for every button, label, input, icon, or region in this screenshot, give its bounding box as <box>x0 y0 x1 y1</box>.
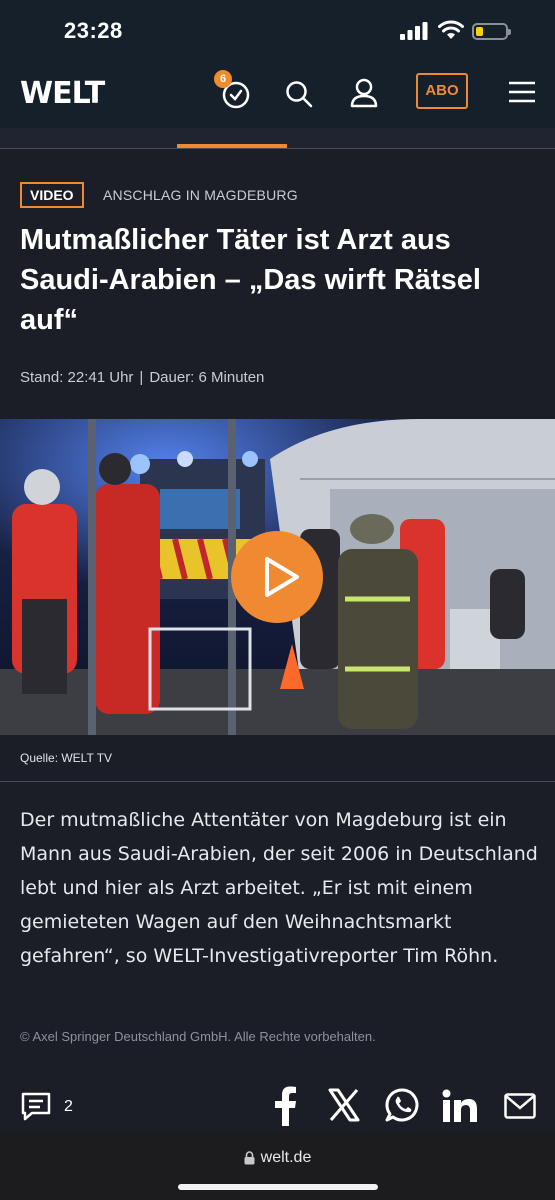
header-divider <box>0 148 555 149</box>
home-indicator[interactable] <box>178 1184 378 1190</box>
abo-button[interactable]: ABO <box>416 73 468 109</box>
linkedin-icon[interactable] <box>442 1089 478 1123</box>
news-count-badge: 6 <box>214 70 232 88</box>
play-button[interactable] <box>231 531 323 623</box>
battery-icon <box>472 23 511 40</box>
article-teaser: Der mutmaßliche Attentäter von Magdeburg… <box>20 809 538 967</box>
source-divider <box>0 781 555 782</box>
user-icon[interactable] <box>350 78 378 108</box>
status-bar: 23:28 <box>0 0 555 62</box>
menu-icon[interactable] <box>508 80 536 104</box>
whatsapp-icon[interactable] <box>385 1087 421 1123</box>
search-icon[interactable] <box>285 80 313 108</box>
section-nav-strip <box>0 128 555 148</box>
meta-separator: | <box>139 369 144 386</box>
welt-logo[interactable]: WELT <box>20 76 105 111</box>
comments-icon[interactable] <box>20 1090 52 1122</box>
email-icon[interactable] <box>504 1093 536 1119</box>
play-icon <box>265 557 299 597</box>
copyright-notice: © Axel Springer Deutschland GmbH. Alle R… <box>20 1029 376 1044</box>
article-headline: Mutmaßlicher Täter ist Arzt aus Saudi-Ar… <box>20 224 481 336</box>
facebook-icon[interactable] <box>272 1086 298 1126</box>
lock-icon <box>244 1151 255 1165</box>
comment-count[interactable]: 2 <box>64 1098 73 1116</box>
article-stand: Stand: 22:41 Uhr <box>20 369 134 386</box>
video-badge: VIDEO <box>20 182 84 208</box>
video-duration: Dauer: 6 Minuten <box>149 369 265 386</box>
article-kicker: ANSCHLAG IN MAGDEBURG <box>103 187 298 203</box>
status-time: 23:28 <box>64 18 123 43</box>
site-header: WELT 6 ABO <box>0 62 555 128</box>
video-source: Quelle: WELT TV <box>20 751 113 765</box>
wifi-icon <box>438 20 464 39</box>
url-text: welt.de <box>260 1149 312 1166</box>
x-icon[interactable] <box>328 1088 360 1122</box>
cellular-signal-icon <box>400 22 428 40</box>
article-meta: Stand: 22:41 Uhr | Dauer: 6 Minuten <box>20 369 264 386</box>
news-ticker-button[interactable]: 6 <box>214 70 252 110</box>
